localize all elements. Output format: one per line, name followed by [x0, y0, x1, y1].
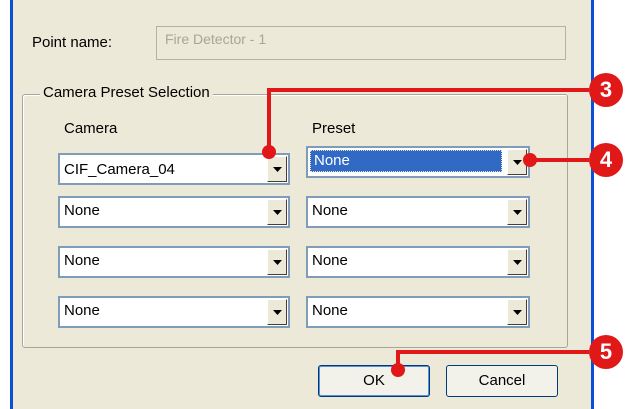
callout-3: 3: [589, 73, 623, 107]
callout-lines: [262, 88, 589, 377]
callout-4: 4: [589, 143, 623, 177]
callout-5: 5: [589, 335, 623, 369]
